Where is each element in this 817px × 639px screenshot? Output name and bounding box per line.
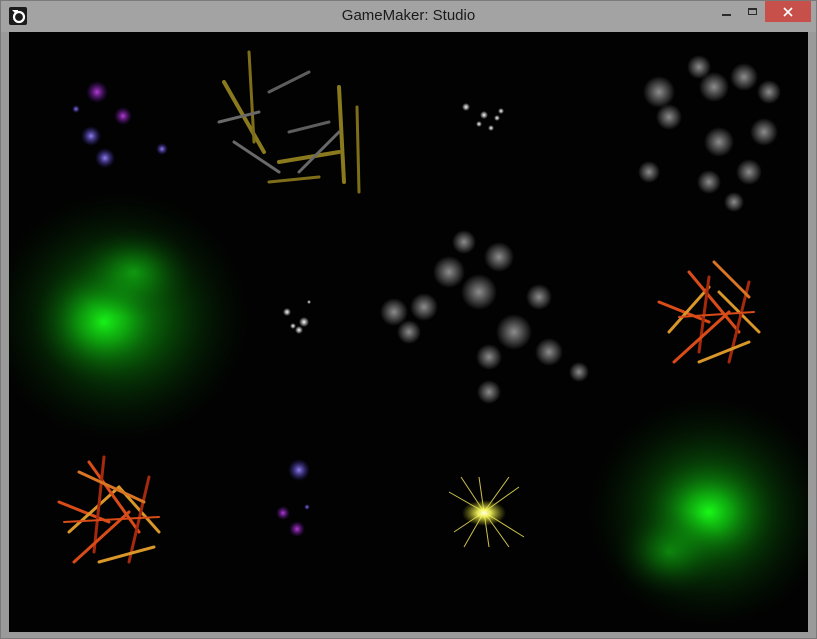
gamemaker-window: GameMaker: Studio: [0, 0, 817, 639]
grey-smoke-top-right: [638, 55, 781, 212]
green-glow-right: [589, 397, 808, 627]
gamemaker-logo-icon[interactable]: [9, 7, 27, 25]
particle-scene: [9, 50, 808, 627]
purple-orbs-bottom: [276, 459, 310, 537]
minimize-icon: [721, 13, 731, 16]
white-sparks-top: [462, 103, 504, 131]
minimize-button[interactable]: [713, 1, 739, 22]
close-button[interactable]: [765, 1, 811, 22]
title-bar[interactable]: GameMaker: Studio: [1, 1, 816, 32]
orange-flares-left: [57, 455, 161, 564]
orange-flares-right: [657, 260, 761, 364]
grey-smoke-center: [380, 230, 589, 404]
white-sparks-mid: [283, 300, 311, 334]
close-icon: [783, 6, 793, 17]
yellow-streaks-top: [217, 50, 361, 194]
yellow-starburst: [448, 476, 525, 548]
purple-orbs-top-left: [72, 81, 168, 168]
green-glow-left: [9, 192, 249, 442]
window-title: GameMaker: Studio: [341, 7, 476, 24]
maximize-button[interactable]: [739, 1, 765, 22]
game-canvas[interactable]: [9, 32, 808, 632]
maximize-icon: [747, 8, 757, 15]
